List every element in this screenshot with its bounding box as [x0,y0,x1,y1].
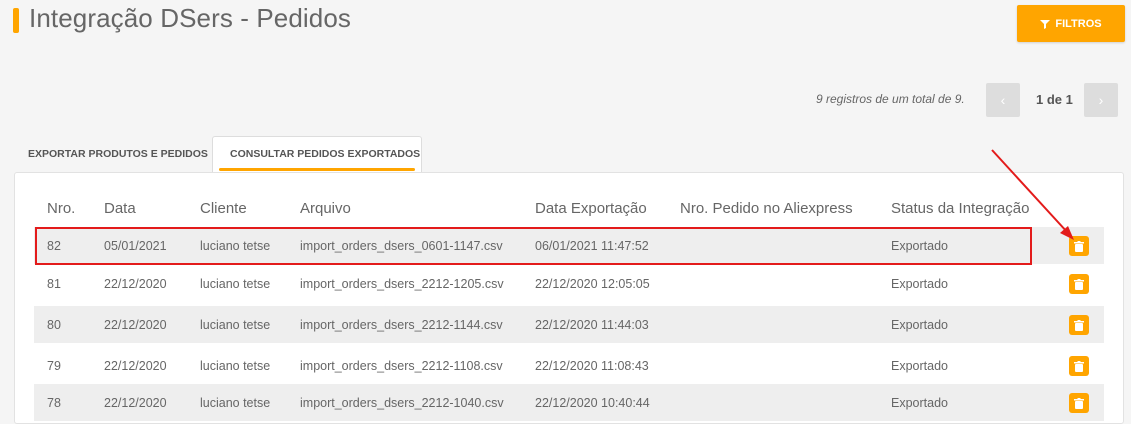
cell-arquivo: import_orders_dsers_2212-1205.csv [300,277,504,291]
cell-data-exportacao: 22/12/2020 11:08:43 [535,359,649,373]
cell-data: 22/12/2020 [104,359,167,373]
filters-button[interactable]: FILTROS [1017,5,1125,42]
table-row[interactable]: 79 22/12/2020 luciano tetse import_order… [34,347,1104,384]
trash-icon [1074,397,1084,409]
cell-nro: 81 [47,277,61,291]
cell-status: Exportado [891,396,948,410]
cell-nro: 78 [47,396,61,410]
header-cliente: Cliente [200,200,247,217]
cell-arquivo: import_orders_dsers_2212-1040.csv [300,396,504,410]
active-tab-indicator [219,168,415,171]
delete-button[interactable] [1069,356,1089,376]
cell-cliente: luciano tetse [200,359,271,373]
page-title: Integração DSers - Pedidos [29,3,351,33]
cell-nro: 79 [47,359,61,373]
tab-exported-orders[interactable]: CONSULTAR PEDIDOS EXPORTADOS [230,148,420,160]
filter-icon [1040,19,1051,29]
trash-icon [1074,360,1084,372]
header-arquivo: Arquivo [300,200,351,217]
cell-data-exportacao: 22/12/2020 12:05:05 [535,277,650,291]
highlight-box [35,227,1032,265]
pagination-next-button[interactable]: › [1084,83,1118,117]
tab-export-products-orders[interactable]: EXPORTAR PRODUTOS E PEDIDOS [28,148,208,160]
filters-button-label: FILTROS [1055,17,1102,30]
cell-data-exportacao: 22/12/2020 10:40:44 [535,396,650,410]
cell-status: Exportado [891,318,948,332]
chevron-left-icon: ‹ [1000,92,1006,108]
cell-data: 22/12/2020 [104,318,167,332]
delete-button[interactable] [1069,236,1089,256]
cell-cliente: luciano tetse [200,277,271,291]
header-nro: Nro. [47,200,76,217]
table-row[interactable]: 78 22/12/2020 luciano tetse import_order… [34,384,1104,421]
pagination-page-label: 1 de 1 [1036,92,1073,107]
cell-cliente: luciano tetse [200,318,271,332]
header-data-exportacao: Data Exportação [535,200,647,217]
chevron-right-icon: › [1098,92,1104,108]
cell-status: Exportado [891,277,948,291]
table-row[interactable]: 81 22/12/2020 luciano tetse import_order… [34,265,1104,302]
table-row[interactable]: 80 22/12/2020 luciano tetse import_order… [34,306,1104,343]
delete-button[interactable] [1069,393,1089,413]
cell-cliente: luciano tetse [200,396,271,410]
cell-data: 22/12/2020 [104,396,167,410]
trash-icon [1074,278,1084,290]
cell-status: Exportado [891,359,948,373]
delete-button[interactable] [1069,315,1089,335]
cell-data: 22/12/2020 [104,277,167,291]
cell-data-exportacao: 22/12/2020 11:44:03 [535,318,649,332]
cell-nro: 80 [47,318,61,332]
delete-button[interactable] [1069,274,1089,294]
cell-arquivo: import_orders_dsers_2212-1108.csv [300,359,503,373]
header-aliexpress-order: Nro. Pedido no Aliexpress [680,200,853,217]
trash-icon [1074,240,1084,252]
trash-icon [1074,319,1084,331]
header-data: Data [104,200,136,217]
cell-arquivo: import_orders_dsers_2212-1144.csv [300,318,503,332]
title-accent-bar [13,8,19,33]
records-summary: 9 registros de um total de 9. [816,92,965,106]
header-status: Status da Integração [891,200,1030,217]
pagination-prev-button[interactable]: ‹ [986,83,1020,117]
